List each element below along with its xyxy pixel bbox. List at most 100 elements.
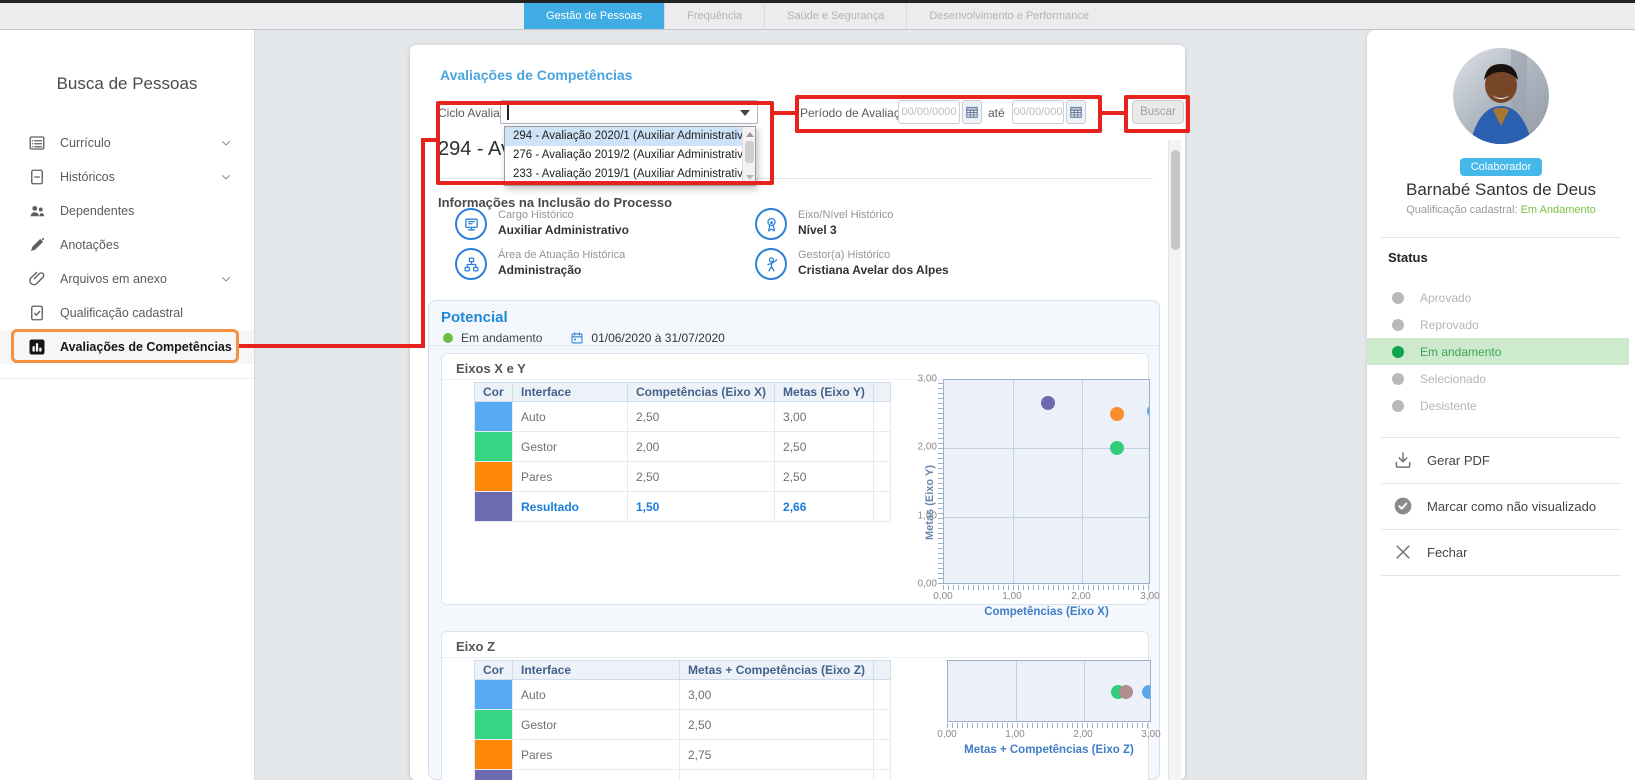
tab-gestao-de-pessoas[interactable]: Gestão de Pessoas xyxy=(524,3,664,29)
info-field-text: Cargo HistóricoAuxiliar Administrativo xyxy=(498,208,629,240)
sidebar-item-dependentes[interactable]: Dependentes xyxy=(0,194,254,228)
qualification-label: Qualificação cadastral: xyxy=(1406,204,1517,216)
data-point-gestor xyxy=(1110,441,1124,455)
y-axis-title: Metas (Eixo Y) xyxy=(924,420,936,540)
cycle-option[interactable]: 294 - Avaliação 2020/1 (Auxiliar Adminis… xyxy=(505,127,743,146)
top-bar: Gestão de PessoasFrequênciaSaúde e Segur… xyxy=(0,0,1635,30)
person-panel: Colaborador Barnabé Santos de Deus Quali… xyxy=(1367,30,1635,780)
color-swatch xyxy=(475,462,512,491)
x-axis-ticks xyxy=(943,585,1150,590)
sidebar-item-anotacoes[interactable]: Anotações xyxy=(0,228,254,262)
sidebar-item-label: Históricos xyxy=(60,170,115,184)
scroll-down-icon[interactable] xyxy=(746,175,754,180)
table-row: Auto3,00 xyxy=(475,680,891,710)
app-root: Gestão de PessoasFrequênciaSaúde e Segur… xyxy=(0,0,1635,780)
cycle-select[interactable] xyxy=(500,100,758,124)
info-field-value: Administração xyxy=(498,263,625,277)
calendar-to-button[interactable] xyxy=(1066,100,1086,124)
topbar-tabs: Gestão de PessoasFrequênciaSaúde e Segur… xyxy=(0,3,1635,29)
blank-cell xyxy=(873,462,890,492)
info-field-area-de-atuacao-historica: Área de Atuação HistóricaAdministração xyxy=(455,248,625,280)
status-label: Desistente xyxy=(1420,399,1477,413)
x-axis-title: Metas + Competências (Eixo Z) xyxy=(947,744,1151,756)
dropdown-scrollbar[interactable] xyxy=(742,127,755,185)
qualification-value: Em Andamento xyxy=(1521,204,1596,216)
column-header: Cor xyxy=(475,383,513,402)
scrollbar-thumb[interactable] xyxy=(1171,150,1180,250)
table-row: Pares2,75 xyxy=(475,740,891,770)
x-tick-label: 2,00 xyxy=(1071,591,1090,602)
action-fechar[interactable]: Fechar xyxy=(1367,529,1635,575)
download-icon xyxy=(1393,450,1413,470)
status-item-aprovado: Aprovado xyxy=(1367,284,1629,311)
data-point-pares-resultado xyxy=(1119,685,1133,699)
action-gerar-pdf[interactable]: Gerar PDF xyxy=(1367,437,1635,483)
date-to-input[interactable]: 00/00/000 xyxy=(1012,100,1064,124)
gridline xyxy=(1082,380,1083,583)
calendar-grid-icon xyxy=(965,105,979,119)
y-cell: 3,00 xyxy=(775,402,874,432)
table-row: Resultado1,502,66 xyxy=(475,492,891,522)
column-header-blank xyxy=(873,383,890,402)
interface-cell: Pares xyxy=(513,740,680,770)
status-list: Aprovado Reprovado Em andamento Selecionado… xyxy=(1367,284,1635,419)
x-tick-label: 0,00 xyxy=(933,591,952,602)
status-label: Em andamento xyxy=(1420,345,1501,359)
status-dot xyxy=(1392,346,1404,358)
info-field-text: Área de Atuação HistóricaAdministração xyxy=(498,248,625,280)
info-field-value: Nível 3 xyxy=(798,223,893,237)
bar-chart-icon xyxy=(28,338,46,356)
xy-scatter-plot xyxy=(943,379,1150,584)
cycle-option[interactable]: 276 - Avaliação 2019/2 (Auxiliar Adminis… xyxy=(505,146,743,165)
column-header: Metas + Competências (Eixo Z) xyxy=(680,661,874,680)
color-cell xyxy=(475,462,513,492)
sidebar-item-avaliacoes-de-competencias[interactable]: Avaliações de Competências xyxy=(0,330,254,364)
tab-saude-e-seguranca[interactable]: Saúde e Segurança xyxy=(764,3,906,29)
sidebar-item-qualificacao-cadastral[interactable]: Qualificação cadastral xyxy=(0,296,254,330)
color-swatch xyxy=(475,680,512,709)
x-cell: 1,50 xyxy=(628,492,775,522)
tab-desenvolvimento-e-performance[interactable]: Desenvolvimento e Performance xyxy=(906,3,1111,29)
column-header: Interface xyxy=(513,383,628,402)
x-tick-label: 3,00 xyxy=(1140,591,1159,602)
cycle-option[interactable]: 233 - Avaliação 2019/1 (Auxiliar Adminis… xyxy=(505,165,743,184)
action-label: Gerar PDF xyxy=(1427,453,1490,468)
action-marcar-como-nao-visualizado[interactable]: Marcar como não visualizado xyxy=(1367,483,1635,529)
sidebar-item-historicos[interactable]: Históricos xyxy=(0,160,254,194)
sidebar-item-curriculo[interactable]: Currículo xyxy=(0,126,254,160)
action-label: Fechar xyxy=(1427,545,1467,560)
color-cell xyxy=(475,432,513,462)
status-label: Reprovado xyxy=(1420,318,1479,332)
x-tick-label: 1,00 xyxy=(1005,729,1024,740)
status-item-desistente: Desistente xyxy=(1367,392,1629,419)
info-field-gestor-a-historico: Gestor(a) HistóricoCristiana Avelar dos … xyxy=(755,248,949,280)
status-text: Em andamento xyxy=(461,331,542,345)
search-button[interactable]: Buscar xyxy=(1132,100,1184,124)
scroll-up-icon[interactable] xyxy=(746,132,754,137)
date-from-input[interactable]: 00/00/0000 xyxy=(898,100,960,124)
status-item-selecionado: Selecionado xyxy=(1367,365,1629,392)
main-scrollbar[interactable] xyxy=(1168,140,1181,780)
divider xyxy=(1381,575,1621,576)
blank-cell xyxy=(873,492,890,522)
tab-frequencia[interactable]: Frequência xyxy=(664,3,764,29)
z-cell: 2,75 xyxy=(680,770,874,780)
action-label: Marcar como não visualizado xyxy=(1427,499,1596,514)
org-chart-icon xyxy=(455,248,487,280)
z-cell: 3,00 xyxy=(680,680,874,710)
x-cell: 2,50 xyxy=(628,462,775,492)
data-point-auto xyxy=(1142,685,1151,699)
color-cell xyxy=(475,710,513,740)
gridline xyxy=(1013,380,1014,583)
sidebar-title: Busca de Pessoas xyxy=(0,74,254,94)
sidebar-divider xyxy=(0,378,254,379)
color-cell xyxy=(475,740,513,770)
qualification-line: Qualificação cadastral: Em Andamento xyxy=(1367,204,1635,216)
color-swatch xyxy=(475,432,512,461)
dropdown-scroll-thumb[interactable] xyxy=(745,141,754,163)
sidebar-item-arquivos-em-anexo[interactable]: Arquivos em anexo xyxy=(0,262,254,296)
calendar-icon xyxy=(570,331,584,345)
monitor-icon xyxy=(455,208,487,240)
info-field-cargo-historico: Cargo HistóricoAuxiliar Administrativo xyxy=(455,208,629,240)
calendar-from-button[interactable] xyxy=(962,100,982,124)
